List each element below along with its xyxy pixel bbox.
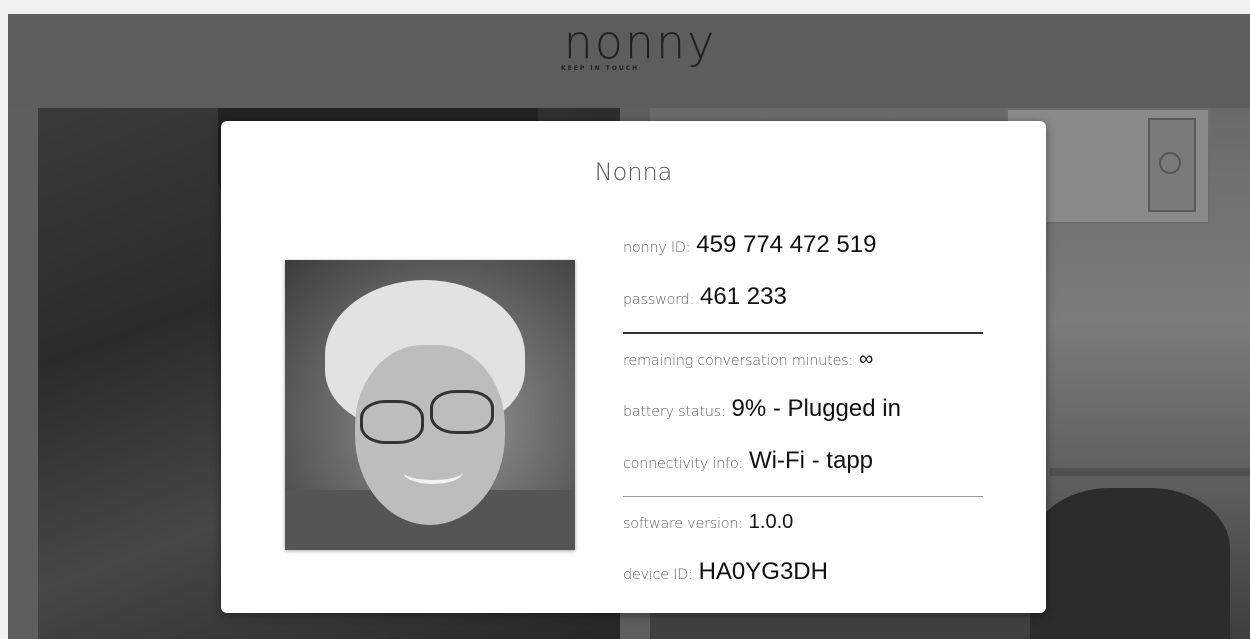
top-bar: nonny KEEP IN TOUCH [8,14,1250,108]
password-row: password: 461 233 [623,283,988,330]
nonny-id-value: 459 774 472 519 [696,231,877,258]
nonny-id-label: nonny ID: [623,240,691,256]
minutes-label: remaining conversation minutes: [623,353,853,369]
photo-smile [403,460,463,484]
device-info-modal: Nonna nonny ID: 459 774 472 519 password… [221,121,1046,613]
logo-tagline: KEEP IN TOUCH [561,65,640,72]
modal-title: Nonna [594,158,673,186]
nonny-id-row: nonny ID: 459 774 472 519 [623,231,988,283]
background-shelf [1050,468,1250,476]
divider [623,496,983,497]
connectivity-label: connectivity info: [623,456,743,472]
software-version-row: software version: 1.0.0 [623,511,988,558]
battery-value: 9% - Plugged in [731,395,901,422]
logo-text: nonny [563,15,717,69]
photo-glasses-right [430,390,494,434]
divider [623,332,983,334]
device-id-value: HA0YG3DH [698,558,828,585]
software-version-label: software version: [623,516,743,532]
software-version-value: 1.0.0 [748,511,794,533]
photo-glasses-left [360,400,424,444]
device-info-list: nonny ID: 459 774 472 519 password: 461 … [623,231,988,610]
minutes-row: remaining conversation minutes: ∞ [623,348,988,395]
contact-photo [285,260,575,550]
device-id-row: device ID: HA0YG3DH [623,558,988,610]
password-value: 461 233 [700,283,787,310]
battery-label: battery status: [623,404,726,420]
device-id-label: device ID: [623,567,693,583]
nonny-logo: nonny KEEP IN TOUCH [555,16,725,78]
battery-row: battery status: 9% - Plugged in [623,395,988,447]
minutes-value: ∞ [858,348,874,370]
connectivity-value: Wi-Fi - tapp [749,447,874,474]
background-person [1030,488,1230,639]
connectivity-row: connectivity info: Wi-Fi - tapp [623,447,988,494]
password-label: password: [623,292,695,308]
